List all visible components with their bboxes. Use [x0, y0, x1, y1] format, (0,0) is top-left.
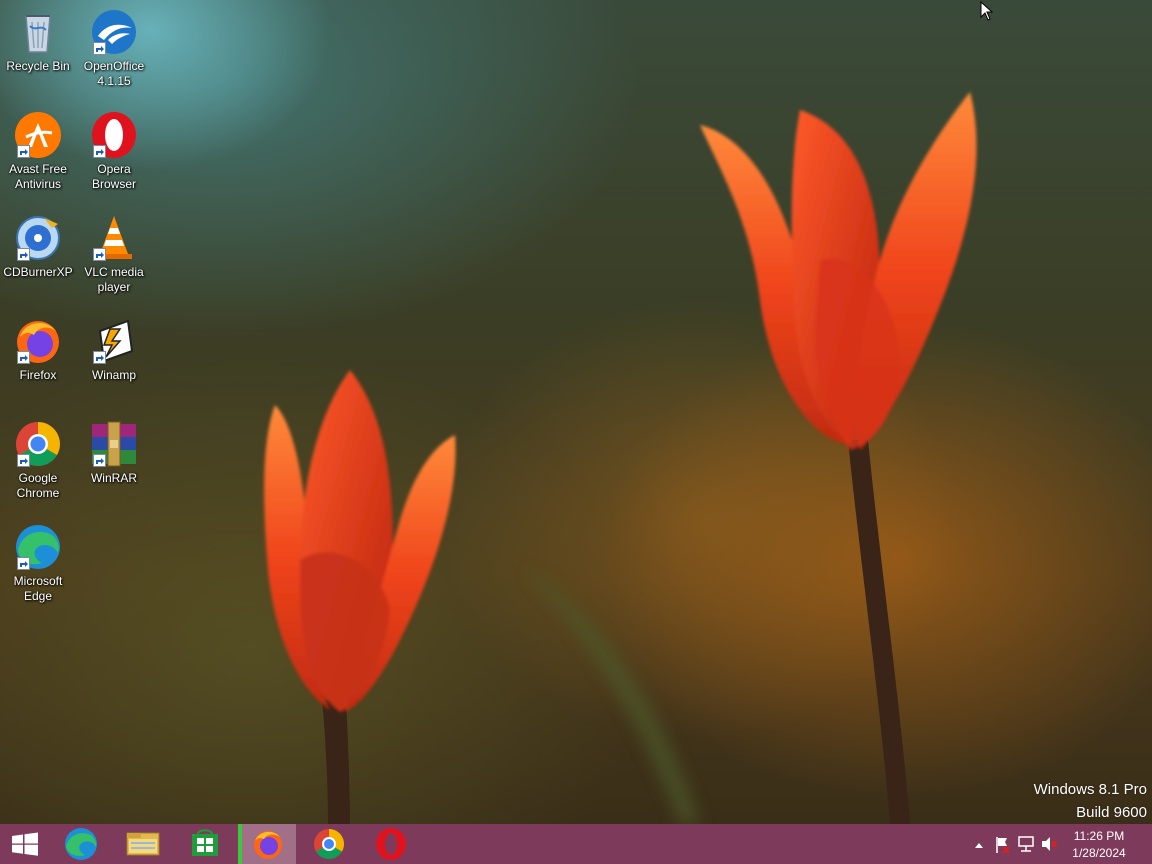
desktop-icon-label: OpenOffice 4.1.15	[83, 59, 145, 88]
clock-time: 11:26 PM	[1073, 829, 1125, 843]
taskbar-firefox-button-active[interactable]	[238, 824, 296, 864]
desktop-icon-winamp[interactable]: Winamp	[77, 317, 151, 383]
clock[interactable]: 11:26 PM 1/28/2024	[1064, 829, 1134, 861]
chrome-icon	[14, 420, 62, 468]
desktop-icon-winrar[interactable]: WinRAR	[77, 420, 151, 486]
desktop-icon-label: Google Chrome	[16, 471, 60, 500]
desktop-icon-label: CDBurnerXP	[3, 265, 73, 279]
wallpaper-tulips	[264, 92, 977, 824]
desktop-icon-chrome[interactable]: Google Chrome	[1, 420, 75, 501]
taskbar-file-explorer-button[interactable]	[118, 824, 168, 864]
desktop-icon-label: Recycle Bin	[6, 59, 70, 73]
firefox-icon	[254, 831, 282, 859]
show-hidden-icons[interactable]	[972, 824, 986, 864]
start-button[interactable]	[0, 824, 50, 864]
desktop-icon-label: WinRAR	[90, 471, 137, 485]
edge-icon	[14, 523, 62, 571]
recycle-bin-icon	[14, 8, 62, 56]
volume-muted-icon[interactable]	[1040, 824, 1058, 864]
desktop-icon-label: Winamp	[91, 368, 136, 382]
desktop-icon-label: Microsoft Edge	[13, 574, 63, 603]
desktop-icon-firefox[interactable]: Firefox	[1, 317, 75, 383]
desktop-icon-label: Avast Free Antivirus	[9, 162, 67, 191]
watermark-edition: Windows 8.1 Pro	[1033, 781, 1147, 798]
desktop-icon-edge[interactable]: Microsoft Edge	[1, 523, 75, 604]
network-icon[interactable]	[1017, 824, 1035, 864]
openoffice-icon	[90, 8, 138, 56]
desktop-icon-cdburnerxp[interactable]: CDBurnerXP	[1, 214, 75, 280]
system-tray: 11:26 PM 1/28/2024	[972, 824, 1152, 864]
firefox-icon	[14, 317, 62, 365]
taskbar-chrome-button[interactable]	[304, 824, 354, 864]
chrome-icon	[314, 829, 345, 860]
desktop-icon-label: VLC media player	[84, 265, 144, 294]
start-icon	[12, 832, 38, 856]
desktop-icon-vlc[interactable]: VLC media player	[77, 214, 151, 295]
winamp-icon	[90, 317, 138, 365]
desktop-icon-label: Opera Browser	[91, 162, 136, 191]
desktop-icon-opera[interactable]: Opera Browser	[77, 111, 151, 192]
desktop-icon-openoffice[interactable]: OpenOffice 4.1.15	[77, 8, 151, 89]
avast-icon	[14, 111, 62, 159]
taskbar: 11:26 PM 1/28/2024	[0, 824, 1152, 864]
edge-icon	[65, 828, 97, 860]
desktop-icon-label: Firefox	[19, 368, 57, 382]
windows-version-watermark: Windows 8.1 Pro Build 9600	[1034, 781, 1147, 821]
cdburnerxp-icon	[14, 214, 62, 262]
desktop-background: Recycle Bin OpenOffice 4.1.15 Avast Free…	[0, 0, 1152, 824]
taskbar-store-button[interactable]	[180, 824, 230, 864]
desktop-icon-recycle-bin[interactable]: Recycle Bin	[1, 8, 75, 74]
mouse-cursor-icon	[980, 1, 994, 21]
clock-date: 1/28/2024	[1072, 846, 1126, 860]
store-icon	[192, 829, 218, 856]
opera-icon	[376, 828, 406, 860]
desktop-icon-avast[interactable]: Avast Free Antivirus	[1, 111, 75, 192]
taskbar-opera-button[interactable]	[366, 824, 416, 864]
action-center-flag-icon[interactable]	[993, 824, 1011, 864]
taskbar-edge-button[interactable]	[56, 824, 106, 864]
opera-icon	[90, 111, 138, 159]
winrar-icon	[90, 420, 138, 468]
watermark-build: Build 9600	[1076, 804, 1147, 821]
file-explorer-icon	[126, 832, 160, 856]
vlc-icon	[90, 214, 138, 262]
